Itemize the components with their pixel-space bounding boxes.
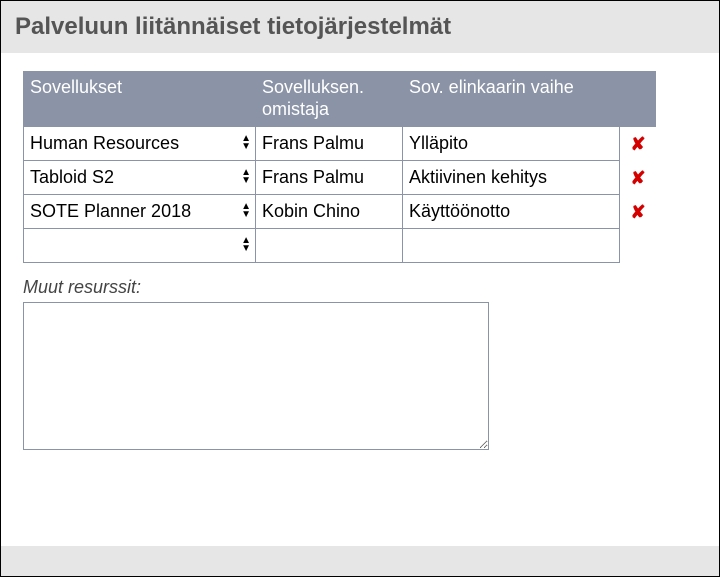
phase-cell-row-2: Käyttöönotto: [403, 195, 620, 229]
app-select-row-3[interactable]: ▲▼: [24, 229, 256, 263]
footer-bar: [1, 546, 719, 576]
delete-row-3-empty: [620, 229, 656, 263]
window-frame: Palveluun liitännäiset tietojärjestelmät…: [0, 0, 720, 577]
owner-cell-row-3: [256, 229, 403, 263]
owner-cell-row-1: Frans Palmu: [256, 161, 403, 195]
delete-icon: ✘: [630, 168, 645, 189]
header-bar: Palveluun liitännäiset tietojärjestelmät: [1, 1, 719, 53]
other-resources-label: Muut resurssit:: [23, 277, 697, 298]
app-select-value: Tabloid S2: [30, 167, 114, 188]
page-title: Palveluun liitännäiset tietojärjestelmät: [15, 13, 705, 41]
app-select-row-1[interactable]: Tabloid S2 ▲▼: [24, 161, 256, 195]
owner-cell-row-0: Frans Palmu: [256, 127, 403, 161]
delete-icon: ✘: [630, 134, 645, 155]
app-select-value: Human Resources: [30, 133, 179, 154]
delete-icon: ✘: [630, 202, 645, 223]
phase-cell-row-3: [403, 229, 620, 263]
col-header-owner: Sovelluksen. omistaja: [256, 71, 403, 127]
other-resources-textarea[interactable]: [23, 302, 489, 450]
col-header-actions: [620, 71, 656, 127]
app-select-value: SOTE Planner 2018: [30, 201, 191, 222]
col-header-apps: Sovellukset: [24, 71, 256, 127]
dropdown-arrows-icon: ▲▼: [241, 204, 251, 220]
phase-cell-row-1: Aktiivinen kehitys: [403, 161, 620, 195]
dropdown-arrows-icon: ▲▼: [241, 170, 251, 186]
app-select-row-2[interactable]: SOTE Planner 2018 ▲▼: [24, 195, 256, 229]
delete-row-1[interactable]: ✘: [620, 161, 656, 195]
dropdown-arrows-icon: ▲▼: [241, 136, 251, 152]
content-area: Sovellukset Sovelluksen. omistaja Sov. e…: [1, 53, 719, 455]
app-select-row-0[interactable]: Human Resources ▲▼: [24, 127, 256, 161]
dropdown-arrows-icon: ▲▼: [241, 238, 251, 254]
delete-row-2[interactable]: ✘: [620, 195, 656, 229]
systems-table: Sovellukset Sovelluksen. omistaja Sov. e…: [23, 71, 697, 263]
col-header-phase: Sov. elinkaarin vaihe: [403, 71, 620, 127]
delete-row-0[interactable]: ✘: [620, 127, 656, 161]
phase-cell-row-0: Ylläpito: [403, 127, 620, 161]
owner-cell-row-2: Kobin Chino: [256, 195, 403, 229]
